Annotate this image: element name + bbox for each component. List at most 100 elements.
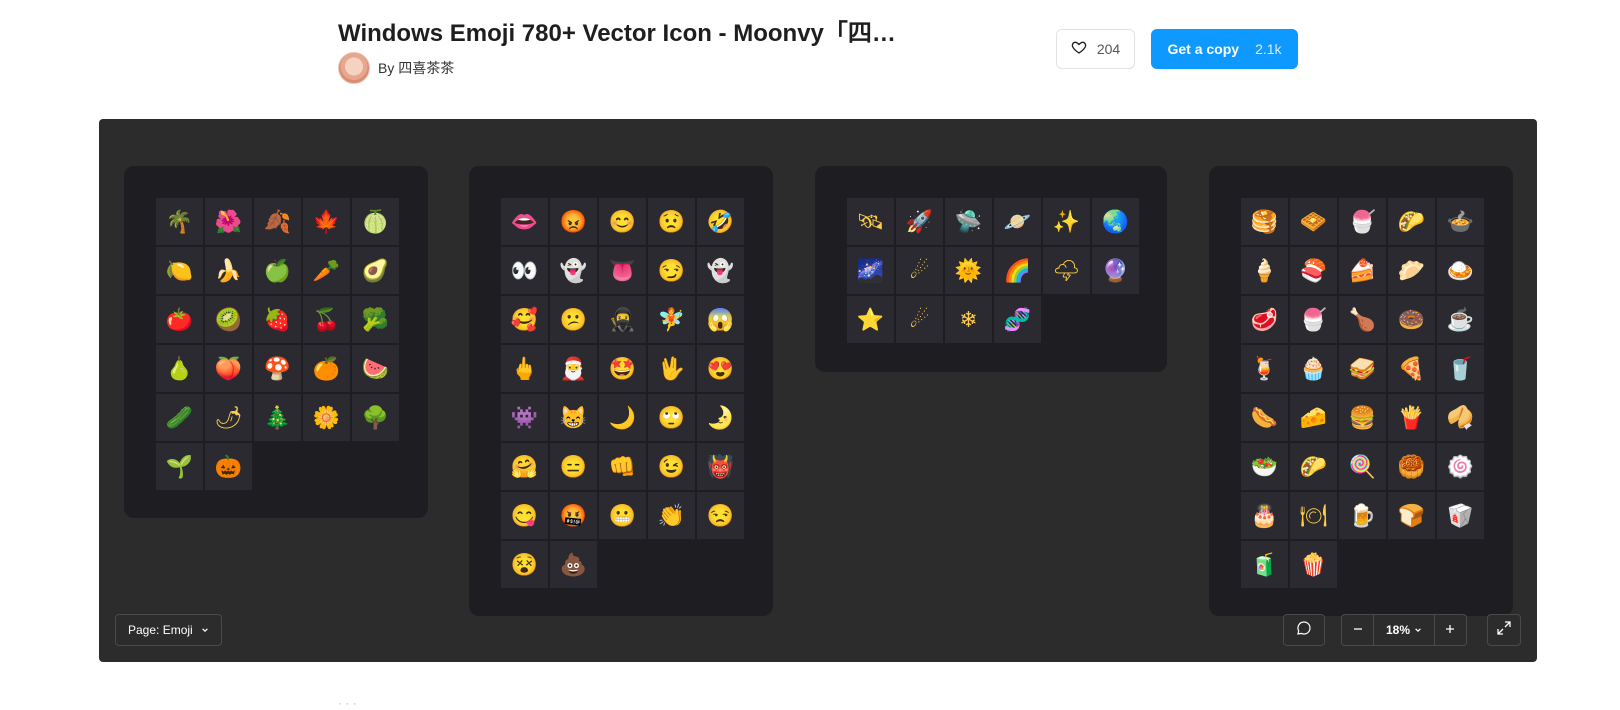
emoji-tile[interactable]: 🛰: [847, 198, 894, 245]
emoji-tile[interactable]: 🍟: [1388, 394, 1435, 441]
emoji-tile[interactable]: 🍔: [1339, 394, 1386, 441]
emoji-tile[interactable]: 🍰: [1339, 247, 1386, 294]
emoji-tile[interactable]: 🍗: [1339, 296, 1386, 343]
emoji-tile[interactable]: 🥒: [156, 394, 203, 441]
emoji-tile[interactable]: 🌴: [156, 198, 203, 245]
like-button[interactable]: 204: [1056, 29, 1135, 69]
emoji-tile[interactable]: 🤣: [697, 198, 744, 245]
emoji-tile[interactable]: 🌞: [945, 247, 992, 294]
emoji-tile[interactable]: 🍂: [254, 198, 301, 245]
emoji-tile[interactable]: 🥪: [1339, 345, 1386, 392]
emoji-tile[interactable]: 👻: [550, 247, 597, 294]
emoji-tile[interactable]: 🥤: [1437, 345, 1484, 392]
emoji-tile[interactable]: 🤬: [550, 492, 597, 539]
emoji-tile[interactable]: 👀: [501, 247, 548, 294]
emoji-tile[interactable]: 🥮: [1388, 443, 1435, 490]
emoji-tile[interactable]: 😏: [648, 247, 695, 294]
emoji-tile[interactable]: 😍: [697, 345, 744, 392]
emoji-tile[interactable]: 🍲: [1437, 198, 1484, 245]
emoji-tile[interactable]: 😒: [697, 492, 744, 539]
emoji-tile[interactable]: 🍒: [303, 296, 350, 343]
emoji-tile[interactable]: 🍑: [205, 345, 252, 392]
emoji-tile[interactable]: 🌮: [1388, 198, 1435, 245]
emoji-tile[interactable]: 🍁: [303, 198, 350, 245]
emoji-tile[interactable]: 🍌: [205, 247, 252, 294]
zoom-in-button[interactable]: [1435, 615, 1466, 645]
emoji-tile[interactable]: 🌶: [205, 394, 252, 441]
emoji-tile[interactable]: 🌳: [352, 394, 399, 441]
emoji-tile[interactable]: 👻: [697, 247, 744, 294]
emoji-tile[interactable]: 🧁: [1290, 345, 1337, 392]
emoji-tile[interactable]: 😬: [599, 492, 646, 539]
emoji-tile[interactable]: 😕: [550, 296, 597, 343]
emoji-tile[interactable]: 🥡: [1437, 492, 1484, 539]
emoji-tile[interactable]: 🧃: [1241, 541, 1288, 588]
author-link[interactable]: By 四喜茶茶: [338, 52, 454, 84]
emoji-tile[interactable]: 🌩: [1043, 247, 1090, 294]
emoji-tile[interactable]: 🍿: [1290, 541, 1337, 588]
emoji-tile[interactable]: 🍞: [1388, 492, 1435, 539]
emoji-tile[interactable]: 🚀: [896, 198, 943, 245]
emoji-tile[interactable]: 👾: [501, 394, 548, 441]
emoji-tile[interactable]: ✨: [1043, 198, 1090, 245]
emoji-tile[interactable]: 🍓: [254, 296, 301, 343]
emoji-tile[interactable]: 🪐: [994, 198, 1041, 245]
emoji-tile[interactable]: 🍦: [1241, 247, 1288, 294]
emoji-tile[interactable]: 🥠: [1437, 394, 1484, 441]
emoji-tile[interactable]: 🌈: [994, 247, 1041, 294]
emoji-tile[interactable]: 🌺: [205, 198, 252, 245]
emoji-tile[interactable]: 🥩: [1241, 296, 1288, 343]
emoji-tile[interactable]: 🤩: [599, 345, 646, 392]
emoji-tile[interactable]: 😵: [501, 541, 548, 588]
emoji-tile[interactable]: 🍄: [254, 345, 301, 392]
get-a-copy-button[interactable]: Get a copy 2.1k: [1151, 29, 1298, 69]
emoji-tile[interactable]: ❄: [945, 296, 992, 343]
emoji-tile[interactable]: 🍭: [1339, 443, 1386, 490]
emoji-tile[interactable]: 🎂: [1241, 492, 1288, 539]
frame-space[interactable]: 🛰 🚀 🛸 🪐 ✨ 🌏 🌌 ☄ 🌞 🌈 🌩 🔮 ⭐ ☄ ❄ 🧬: [815, 166, 1167, 372]
emoji-tile[interactable]: 👊: [599, 443, 646, 490]
emoji-tile[interactable]: 🍹: [1241, 345, 1288, 392]
emoji-tile[interactable]: 🧚: [648, 296, 695, 343]
emoji-tile[interactable]: 🧬: [994, 296, 1041, 343]
emoji-tile[interactable]: ☄: [896, 247, 943, 294]
emoji-tile[interactable]: 🍛: [1437, 247, 1484, 294]
emoji-tile[interactable]: ☄: [896, 296, 943, 343]
emoji-tile[interactable]: 🥝: [205, 296, 252, 343]
emoji-tile[interactable]: 🥰: [501, 296, 548, 343]
emoji-tile[interactable]: 🛸: [945, 198, 992, 245]
emoji-tile[interactable]: 🌌: [847, 247, 894, 294]
frame-nature[interactable]: 🌴 🌺 🍂 🍁 🍈 🍋 🍌 🍏 🥕 🥑 🍅 🥝 🍓 🍒 🥦 🍐 🍑 🍄 🍊 🍉 🥒 🌶 🎄 🌼 🌳 🌱 🎃: [124, 166, 428, 518]
comment-button[interactable]: [1283, 614, 1325, 646]
emoji-tile[interactable]: 🎄: [254, 394, 301, 441]
emoji-tile[interactable]: 🌱: [156, 443, 203, 490]
emoji-tile[interactable]: 💩: [550, 541, 597, 588]
emoji-tile[interactable]: 🍋: [156, 247, 203, 294]
emoji-tile[interactable]: 🧀: [1290, 394, 1337, 441]
page-select[interactable]: Page: Emoji: [115, 614, 222, 646]
emoji-tile[interactable]: 🙄: [648, 394, 695, 441]
emoji-tile[interactable]: 🍉: [352, 345, 399, 392]
emoji-tile[interactable]: 🥟: [1388, 247, 1435, 294]
emoji-tile[interactable]: 😡: [550, 198, 597, 245]
emoji-tile[interactable]: 🎅: [550, 345, 597, 392]
emoji-tile[interactable]: 🌛: [697, 394, 744, 441]
emoji-tile[interactable]: 👹: [697, 443, 744, 490]
emoji-tile[interactable]: 🍣: [1290, 247, 1337, 294]
emoji-tile[interactable]: 🍏: [254, 247, 301, 294]
emoji-tile[interactable]: 🍺: [1339, 492, 1386, 539]
emoji-tile[interactable]: 🌮: [1290, 443, 1337, 490]
emoji-tile[interactable]: 🌭: [1241, 394, 1288, 441]
emoji-tile[interactable]: ⭐: [847, 296, 894, 343]
emoji-tile[interactable]: 🍊: [303, 345, 350, 392]
emoji-tile[interactable]: 😋: [501, 492, 548, 539]
emoji-tile[interactable]: 👄: [501, 198, 548, 245]
emoji-tile[interactable]: 🍈: [352, 198, 399, 245]
emoji-tile[interactable]: 🍕: [1388, 345, 1435, 392]
emoji-tile[interactable]: 🍧: [1290, 296, 1337, 343]
emoji-tile[interactable]: 🥦: [352, 296, 399, 343]
emoji-tile[interactable]: 👅: [599, 247, 646, 294]
emoji-tile[interactable]: 🍐: [156, 345, 203, 392]
frame-faces[interactable]: 👄 😡 😊 😟 🤣 👀 👻 👅 😏 👻 🥰 😕 🥷 🧚 😱 🖕 🎅 🤩 🖖 😍 👾 😸 🌙 🙄 🌛 🤗 😑 👊 😉 👹 😋 🤬 😬 👏 😒 😵 💩: [469, 166, 773, 616]
emoji-tile[interactable]: 🥗: [1241, 443, 1288, 490]
